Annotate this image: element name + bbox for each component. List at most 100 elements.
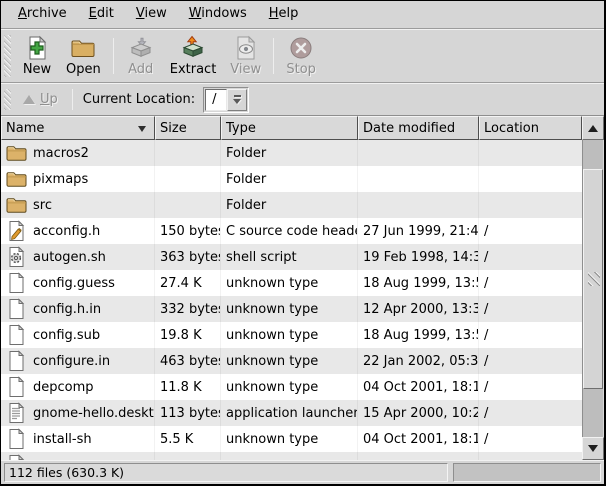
open-archive-icon [70, 35, 96, 61]
table-row[interactable]: depcomp 11.8 K unknown type 04 Oct 2001,… [1, 374, 582, 400]
file-location [479, 166, 582, 192]
table-row[interactable]: autogen.sh 363 bytes shell script 19 Feb… [1, 244, 582, 270]
file-size: 27.4 K [155, 270, 221, 296]
c-source-header-icon [6, 220, 27, 242]
table-row[interactable] [1, 452, 582, 460]
add-files-icon [128, 35, 154, 61]
view-button[interactable]: View [223, 32, 268, 80]
file-type: unknown type [221, 322, 358, 348]
menu-bar: Archive Edit View Windows Help [1, 1, 604, 29]
menu-view[interactable]: View [125, 1, 178, 28]
file-date-modified: 15 Apr 2000, 10:21 [358, 400, 479, 426]
location-combo: / [203, 87, 249, 113]
file-size: 363 bytes [155, 244, 221, 270]
file-name: install-sh [33, 432, 92, 447]
file-size [155, 192, 221, 218]
file-name: config.h.in [33, 302, 101, 317]
file-name: depcomp [33, 380, 94, 395]
arrow-down-icon [588, 445, 598, 452]
file-size [155, 452, 221, 460]
progress-box [453, 463, 601, 482]
file-roller-window: Archive Edit View Windows Help New Open … [0, 0, 606, 486]
desktop-launcher-icon [6, 402, 27, 424]
menu-help[interactable]: Help [258, 1, 310, 28]
file-type: Folder [221, 192, 358, 218]
column-header-size[interactable]: Size [155, 116, 221, 140]
add-button[interactable]: Add [119, 32, 163, 80]
arrow-up-icon [588, 125, 598, 132]
new-archive-icon [24, 35, 50, 61]
folder-icon [6, 194, 27, 216]
open-button[interactable]: Open [59, 32, 108, 80]
table-row[interactable]: pixmaps Folder [1, 166, 582, 192]
table-row[interactable]: gnome-hello.desktop 113 bytes applicatio… [1, 400, 582, 426]
file-type: unknown type [221, 374, 358, 400]
table-row[interactable]: config.sub 19.8 K unknown type 18 Aug 19… [1, 322, 582, 348]
file-location: / [479, 426, 582, 452]
stop-button[interactable]: Stop [279, 32, 323, 80]
table-row[interactable]: acconfig.h 150 bytes C source code heade… [1, 218, 582, 244]
up-button[interactable]: Up [15, 89, 66, 110]
file-size: 332 bytes [155, 296, 221, 322]
plain-file-icon [6, 324, 27, 346]
file-location [479, 192, 582, 218]
column-header-name[interactable]: Name [1, 116, 155, 140]
column-header-date-modified[interactable]: Date modified [358, 116, 479, 140]
table-row[interactable]: src Folder [1, 192, 582, 218]
file-location: / [479, 400, 582, 426]
location-bar-separator [72, 89, 73, 110]
file-type: Folder [221, 166, 358, 192]
file-size: 463 bytes [155, 348, 221, 374]
scroll-up-button[interactable] [582, 116, 604, 140]
file-name: acconfig.h [33, 224, 100, 239]
file-name: config.guess [33, 276, 115, 291]
toolbar-separator [273, 38, 274, 74]
sort-arrow-icon [138, 126, 146, 132]
file-type [221, 452, 358, 460]
chevron-down-icon [233, 99, 241, 104]
location-bar: Up Current Location: / [1, 83, 604, 116]
stop-icon [288, 35, 314, 61]
column-header-type[interactable]: Type [221, 116, 358, 140]
file-location: / [479, 244, 582, 270]
file-location: / [479, 322, 582, 348]
plain-file-icon [6, 272, 27, 294]
toolbar-separator [113, 38, 114, 74]
table-row[interactable]: config.guess 27.4 K unknown type 18 Aug … [1, 270, 582, 296]
table-row[interactable]: config.h.in 332 bytes unknown type 12 Ap… [1, 296, 582, 322]
file-date-modified: 04 Oct 2001, 18:12 [358, 426, 479, 452]
extract-button[interactable]: Extract [163, 32, 224, 80]
status-text: 112 files (630.3 K) [9, 465, 124, 480]
file-location [479, 140, 582, 166]
file-date-modified: 27 Jun 1999, 21:49 [358, 218, 479, 244]
file-size: 150 bytes [155, 218, 221, 244]
file-date-modified [358, 192, 479, 218]
table-row[interactable]: configure.in 463 bytes unknown type 22 J… [1, 348, 582, 374]
location-combo-value[interactable]: / [205, 89, 227, 111]
file-date-modified: 19 Feb 1998, 14:31 [358, 244, 479, 270]
column-headers: Name Size Type Date modified Location [1, 116, 582, 140]
new-button[interactable]: New [15, 32, 59, 80]
file-name: autogen.sh [33, 250, 106, 265]
file-type: unknown type [221, 296, 358, 322]
file-location: / [479, 348, 582, 374]
menu-edit[interactable]: Edit [78, 1, 125, 28]
column-header-location[interactable]: Location [479, 116, 582, 140]
location-combo-dropdown-button[interactable] [227, 89, 247, 111]
menu-archive[interactable]: Archive [7, 1, 78, 28]
file-type: unknown type [221, 270, 358, 296]
shell-script-icon [6, 246, 27, 268]
menu-windows[interactable]: Windows [178, 1, 258, 28]
file-size [155, 140, 221, 166]
file-date-modified: 18 Aug 1999, 13:53 [358, 322, 479, 348]
status-bar: 112 files (630.3 K) [1, 460, 604, 484]
location-bar-drag-handle[interactable] [4, 89, 11, 110]
table-row[interactable]: install-sh 5.5 K unknown type 04 Oct 200… [1, 426, 582, 452]
scrollbar-trough[interactable] [582, 140, 604, 437]
table-row[interactable]: macros2 Folder [1, 140, 582, 166]
file-date-modified [358, 140, 479, 166]
scroll-down-button[interactable] [582, 437, 604, 460]
current-location-label: Current Location: [83, 92, 195, 107]
scrollbar-thumb[interactable] [583, 169, 603, 389]
toolbar-drag-handle[interactable] [4, 35, 11, 77]
